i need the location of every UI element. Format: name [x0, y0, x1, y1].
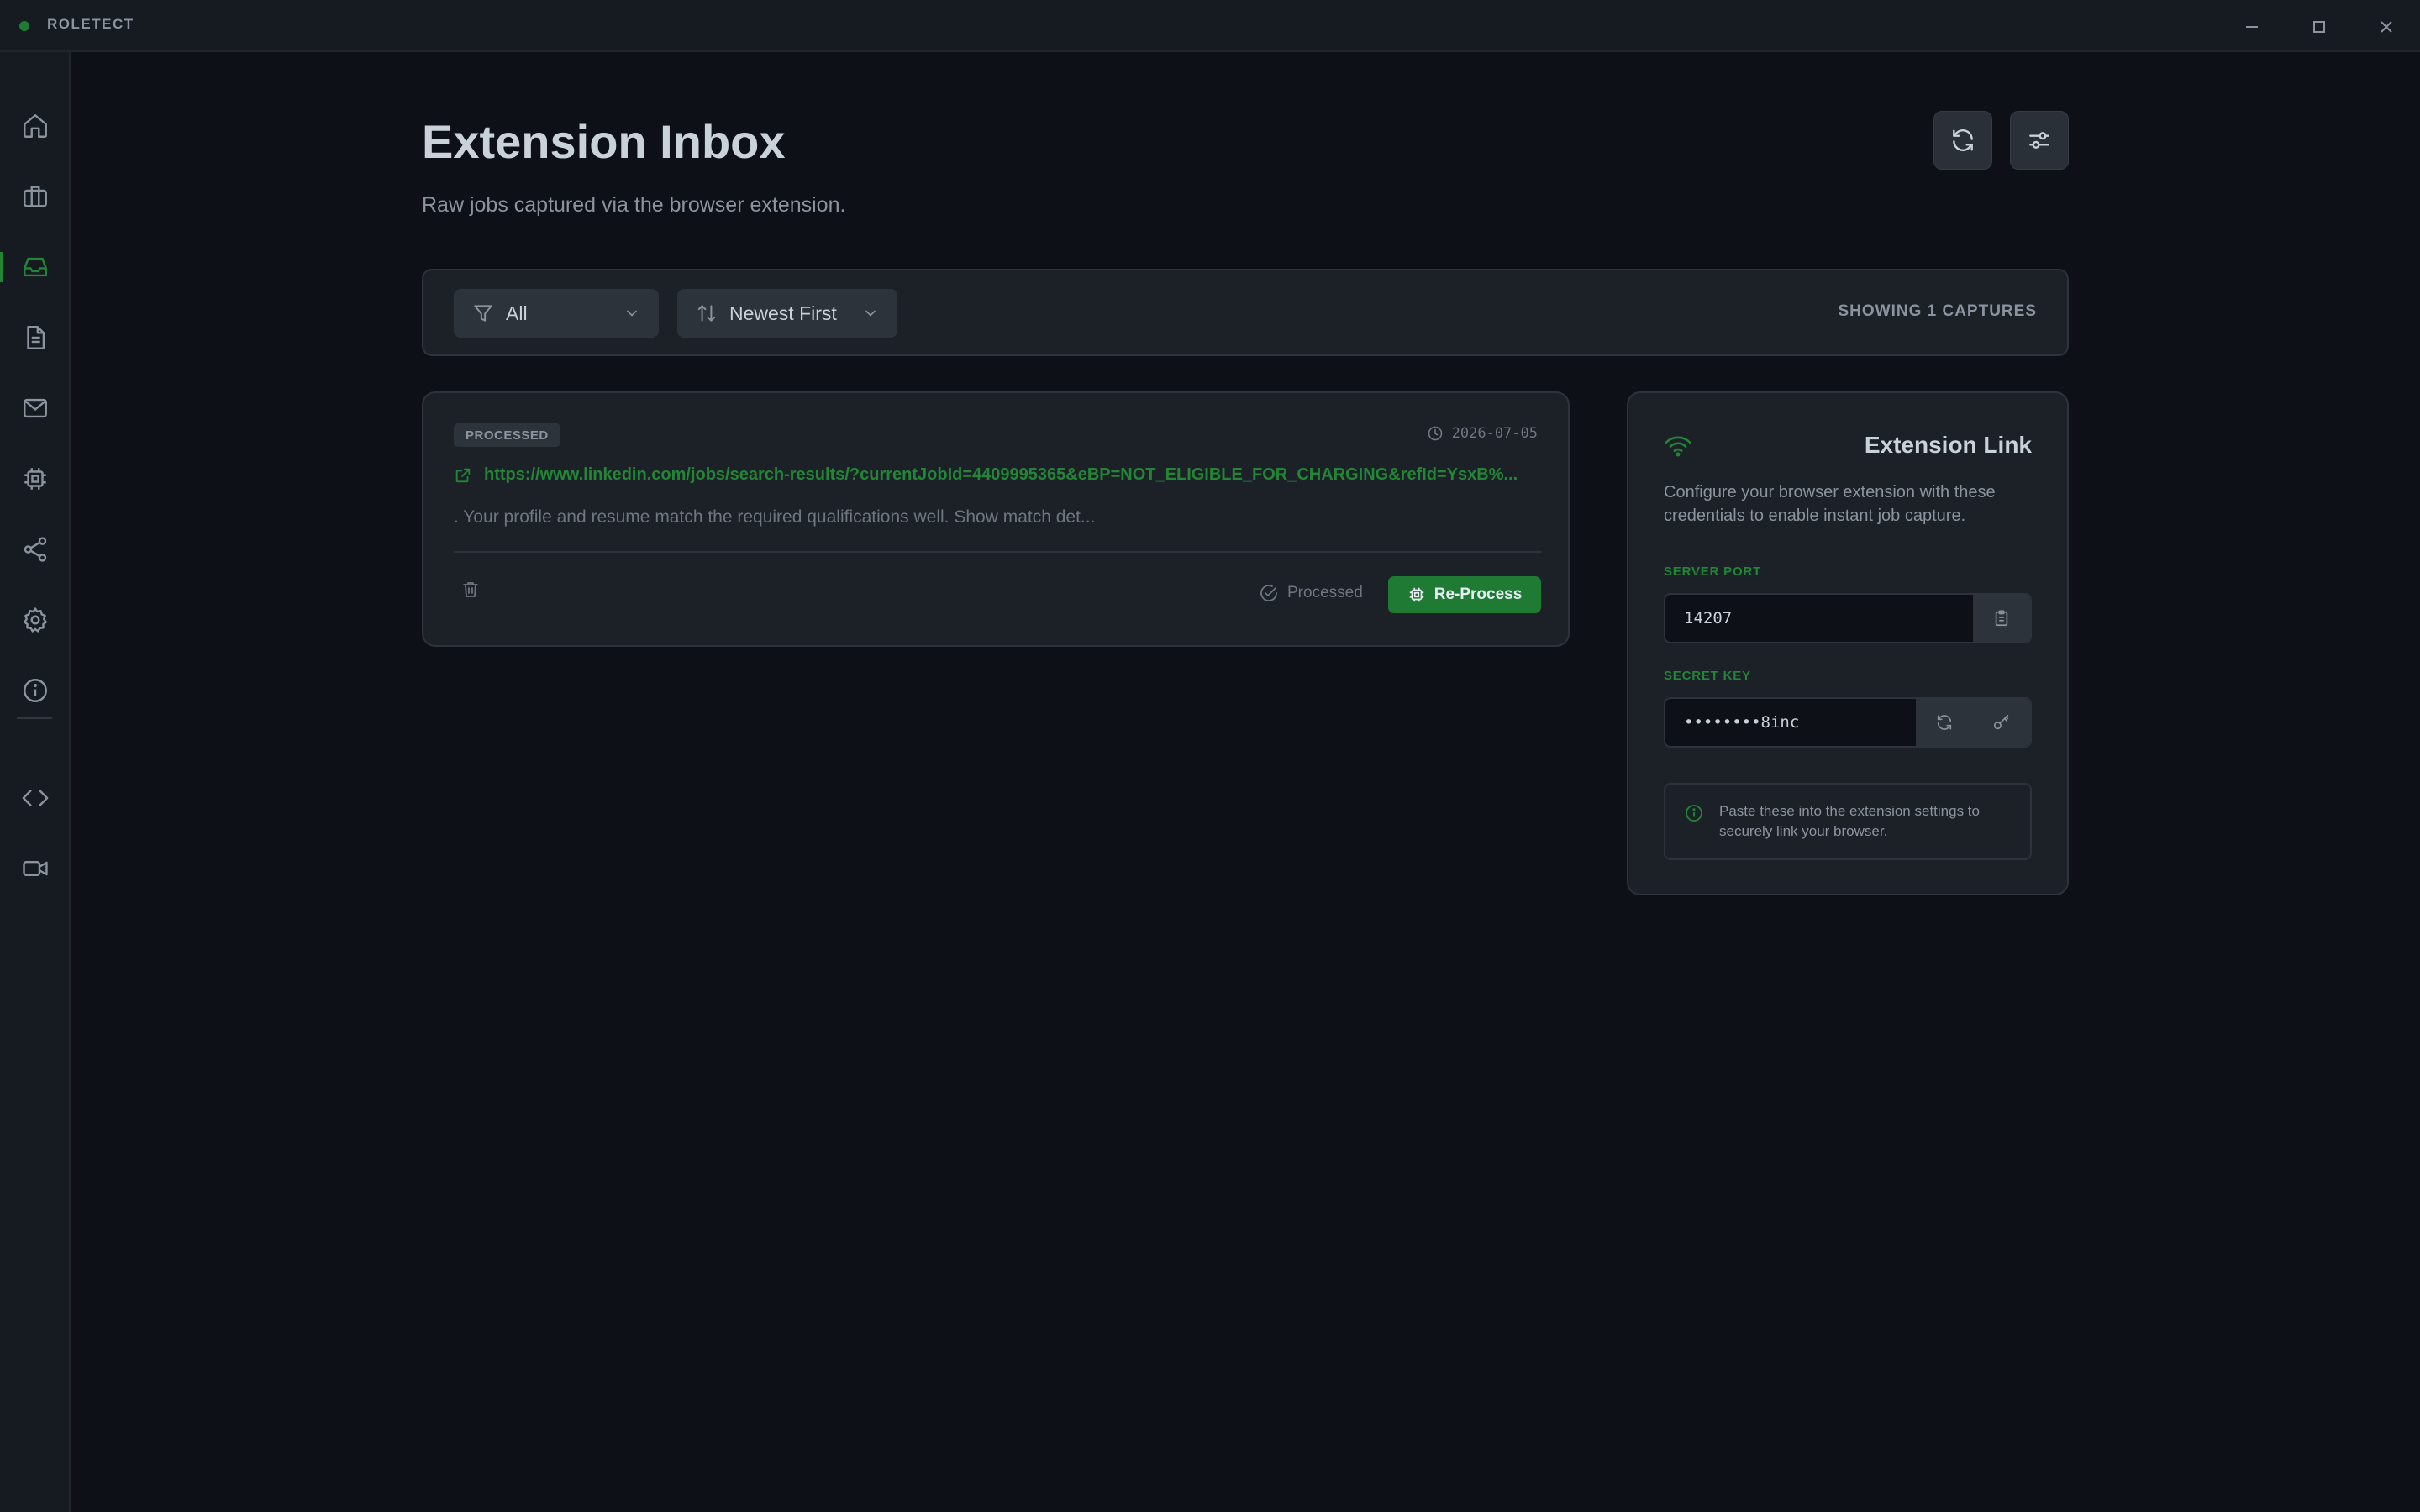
job-url-text: https://www.linkedin.com/jobs/search-res… — [484, 465, 1518, 484]
refresh-icon — [1953, 129, 1973, 151]
info-icon — [1684, 803, 1704, 823]
page-title: Extension Inbox — [422, 115, 786, 168]
sidebar-item-inbox[interactable] — [0, 240, 71, 294]
key-icon — [1993, 714, 2009, 730]
refresh-icon — [1937, 715, 1952, 730]
sidebar-item-about[interactable] — [0, 664, 71, 717]
info-icon — [24, 679, 47, 702]
home-icon — [24, 114, 47, 138]
info-note-text: Paste these into the extension settings … — [1719, 803, 1980, 839]
inbox-icon — [24, 257, 47, 277]
secret-key-field[interactable]: ••••••••8inc — [1664, 697, 2032, 748]
close-button[interactable] — [2370, 10, 2403, 44]
page-subtitle: Raw jobs captured via the browser extens… — [422, 193, 846, 217]
clipboard-icon — [1995, 610, 2008, 627]
server-port-label: SERVER PORT — [1664, 564, 1762, 579]
extension-link-panel: Extension Link Configure your browser ex… — [1627, 391, 2069, 895]
document-icon — [27, 326, 45, 349]
sort-value: Newest First — [729, 302, 837, 324]
filter-bar: All Newest First SHOWING 1 CAPTURES — [422, 269, 2069, 356]
server-port-value: 14207 — [1684, 609, 1733, 627]
title-bar: ROLETECT — [0, 0, 2420, 52]
minimize-button[interactable] — [2235, 10, 2269, 44]
capture-card: PROCESSED 2026-07-05 https://www.linkedi… — [422, 391, 1570, 647]
share-icon — [24, 537, 47, 562]
job-description: . Your profile and resume match the requ… — [454, 507, 1096, 527]
copy-port-button[interactable] — [1973, 595, 2030, 642]
panel-title: Extension Link — [1864, 432, 2032, 458]
delete-capture-button[interactable] — [460, 580, 481, 600]
capture-date: 2026-07-05 — [1427, 425, 1538, 442]
filter-icon — [474, 305, 492, 322]
code-icon — [22, 790, 49, 806]
sidebar-item-recordings[interactable] — [0, 842, 71, 895]
chip-icon — [24, 468, 46, 490]
status-badge: PROCESSED — [454, 423, 560, 447]
sliders-icon — [2029, 132, 2049, 149]
sidebar-divider — [17, 717, 52, 719]
minimize-icon — [2246, 26, 2258, 28]
briefcase-icon — [24, 186, 47, 207]
server-port-field[interactable]: 14207 — [1664, 593, 2032, 643]
secret-key-label: SECRET KEY — [1664, 669, 1751, 683]
reprocess-button[interactable]: Re-Process — [1388, 576, 1541, 613]
sort-dropdown[interactable]: Newest First — [677, 289, 897, 338]
sidebar — [0, 52, 71, 1512]
info-note: Paste these into the extension settings … — [1664, 783, 2032, 860]
app-name: ROLETECT — [47, 16, 134, 32]
processed-status-text: Processed — [1287, 584, 1363, 601]
chevron-down-icon — [627, 310, 637, 317]
card-divider — [454, 551, 1541, 553]
clock-icon — [1428, 426, 1442, 441]
regenerate-key-button[interactable] — [1916, 699, 1973, 746]
chip-icon — [1409, 587, 1423, 602]
wifi-icon — [1664, 433, 1692, 459]
filter-settings-button[interactable] — [2010, 111, 2069, 170]
maximize-button[interactable] — [2302, 10, 2336, 44]
status-filter-dropdown[interactable]: All — [454, 289, 659, 338]
secret-key-value: ••••••••8inc — [1684, 713, 1800, 732]
sidebar-item-jobs[interactable] — [0, 170, 71, 223]
sidebar-item-settings[interactable] — [0, 593, 71, 647]
mail-icon — [24, 398, 47, 418]
trash-icon — [463, 582, 478, 597]
captures-count: SHOWING 1 CAPTURES — [1838, 302, 2037, 320]
maximize-icon — [2313, 21, 2325, 33]
sidebar-item-documents[interactable] — [0, 311, 71, 365]
close-icon — [2381, 21, 2392, 33]
app-status-dot — [19, 21, 29, 31]
job-url-link[interactable]: https://www.linkedin.com/jobs/search-res… — [454, 465, 1541, 485]
capture-date-text: 2026-07-05 — [1451, 425, 1538, 442]
panel-description: Configure your browser extension with th… — [1664, 483, 1996, 525]
video-icon — [23, 861, 48, 876]
check-circle-icon — [1260, 585, 1277, 601]
processed-status: Processed — [1259, 583, 1363, 603]
sidebar-item-home[interactable] — [0, 99, 71, 153]
chevron-down-icon — [865, 310, 876, 317]
sidebar-item-developer[interactable] — [0, 771, 71, 825]
sort-icon — [697, 305, 716, 322]
show-key-button[interactable] — [1973, 699, 2030, 746]
sidebar-item-mail[interactable] — [0, 381, 71, 435]
status-filter-value: All — [506, 302, 528, 324]
external-link-icon — [455, 468, 471, 482]
gear-icon — [24, 607, 47, 633]
sidebar-item-share[interactable] — [0, 522, 71, 576]
refresh-button[interactable] — [1933, 111, 1992, 170]
reprocess-label: Re-Process — [1434, 585, 1523, 603]
sidebar-item-ai[interactable] — [0, 452, 71, 506]
